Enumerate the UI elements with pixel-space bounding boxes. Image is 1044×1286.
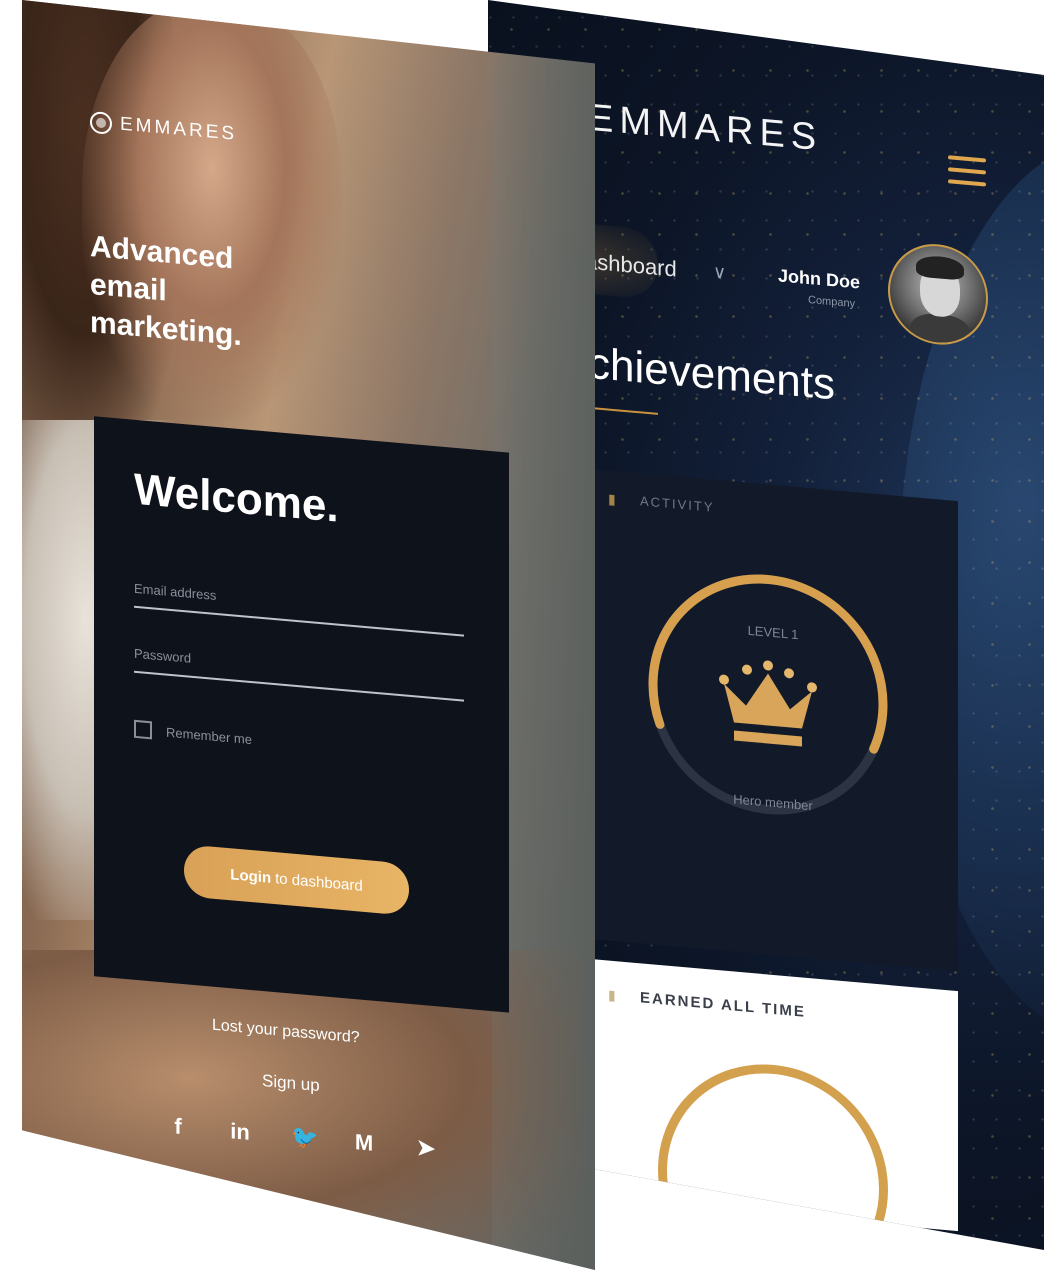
facebook-icon[interactable]: f <box>167 1113 189 1141</box>
logo: EMMARES <box>90 110 238 146</box>
linkedin-icon[interactable]: in <box>229 1118 251 1146</box>
welcome-heading: Welcome. <box>134 464 339 532</box>
login-button-rest: to dashboard <box>275 869 363 895</box>
medium-icon[interactable]: M <box>353 1129 375 1157</box>
activity-card: ▮ ACTIVITY LEVEL 1 Hero member <box>588 468 958 972</box>
tab-earned[interactable]: EARNED ALL TIME <box>640 989 806 1021</box>
telegram-icon[interactable]: ➤ <box>415 1134 437 1162</box>
login-button[interactable]: Login to dashboard <box>184 844 409 916</box>
password-placeholder: Password <box>134 645 192 666</box>
crown-icon <box>719 660 817 747</box>
twitter-icon[interactable]: 🐦 <box>291 1124 318 1152</box>
social-links: f in 🐦 M ➤ <box>167 1113 437 1163</box>
remember-me[interactable]: Remember me <box>134 719 252 748</box>
user-company: Company <box>808 293 856 311</box>
lost-password-link[interactable]: Lost your password? <box>212 1017 360 1048</box>
page-title: chievements <box>588 338 836 410</box>
remember-checkbox[interactable] <box>134 719 152 740</box>
chevron-down-icon[interactable]: ∨ <box>713 262 726 284</box>
tagline: Advanced email marketing. <box>90 229 242 353</box>
login-button-bold: Login <box>230 865 272 887</box>
email-field[interactable]: Email address <box>134 579 464 637</box>
login-screen: EMMARES Advanced email marketing. Welcom… <box>22 0 595 1270</box>
tab-activity[interactable]: ACTIVITY <box>640 493 715 515</box>
remember-label: Remember me <box>166 724 252 747</box>
globe-icon <box>90 110 112 135</box>
bar-chart-icon: ▮ <box>608 986 616 1004</box>
earned-ring <box>658 1054 888 1250</box>
earned-card: ▮ EARNED ALL TIME <box>588 958 958 1250</box>
user-name: John Doe <box>778 265 861 293</box>
logo-text: EMMARES <box>120 113 238 145</box>
avatar[interactable] <box>888 239 988 349</box>
email-placeholder: Email address <box>134 580 217 604</box>
login-card: Welcome. Email address Password Remember… <box>94 416 509 1013</box>
dashboard-brand: EMMARES <box>588 96 823 160</box>
password-field[interactable]: Password <box>134 644 464 702</box>
title-underline <box>588 406 658 415</box>
sign-up-link[interactable]: Sign up <box>262 1071 320 1096</box>
hamburger-icon[interactable] <box>948 155 986 188</box>
bar-chart-icon: ▮ <box>608 490 616 508</box>
